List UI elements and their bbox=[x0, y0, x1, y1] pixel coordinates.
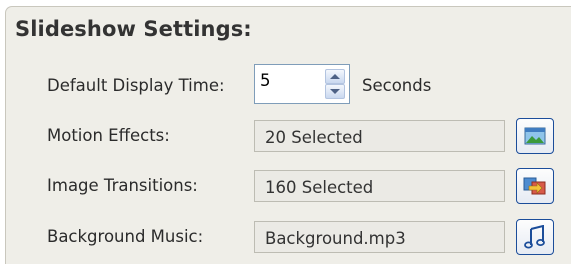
display-time-spinner[interactable]: 5 bbox=[254, 64, 350, 104]
image-icon bbox=[524, 127, 546, 145]
display-time-unit: Seconds bbox=[362, 76, 432, 95]
background-music-value: Background.mp3 bbox=[265, 229, 406, 248]
music-note-icon bbox=[524, 225, 545, 249]
image-transitions-field: 160 Selected bbox=[254, 170, 505, 202]
background-music-button[interactable] bbox=[516, 219, 554, 255]
motion-effects-field: 20 Selected bbox=[254, 120, 505, 152]
motion-effects-label: Motion Effects: bbox=[47, 126, 170, 145]
background-music-label: Background Music: bbox=[47, 227, 204, 246]
image-transitions-label: Image Transitions: bbox=[47, 176, 198, 195]
image-transitions-value: 160 Selected bbox=[265, 178, 374, 197]
image-transitions-button[interactable] bbox=[516, 168, 554, 204]
section-title: Slideshow Settings: bbox=[15, 17, 252, 41]
transition-icon bbox=[523, 177, 546, 195]
motion-effects-value: 20 Selected bbox=[265, 128, 363, 147]
spin-down-button[interactable] bbox=[325, 84, 345, 99]
spin-up-button[interactable] bbox=[325, 69, 345, 84]
arrow-up-icon bbox=[330, 74, 340, 79]
arrow-down-icon bbox=[330, 89, 340, 94]
display-time-label: Default Display Time: bbox=[47, 76, 225, 95]
spinner-buttons bbox=[325, 69, 345, 99]
display-time-value[interactable]: 5 bbox=[260, 71, 271, 90]
background-music-field: Background.mp3 bbox=[254, 221, 505, 253]
motion-effects-button[interactable] bbox=[516, 118, 554, 154]
